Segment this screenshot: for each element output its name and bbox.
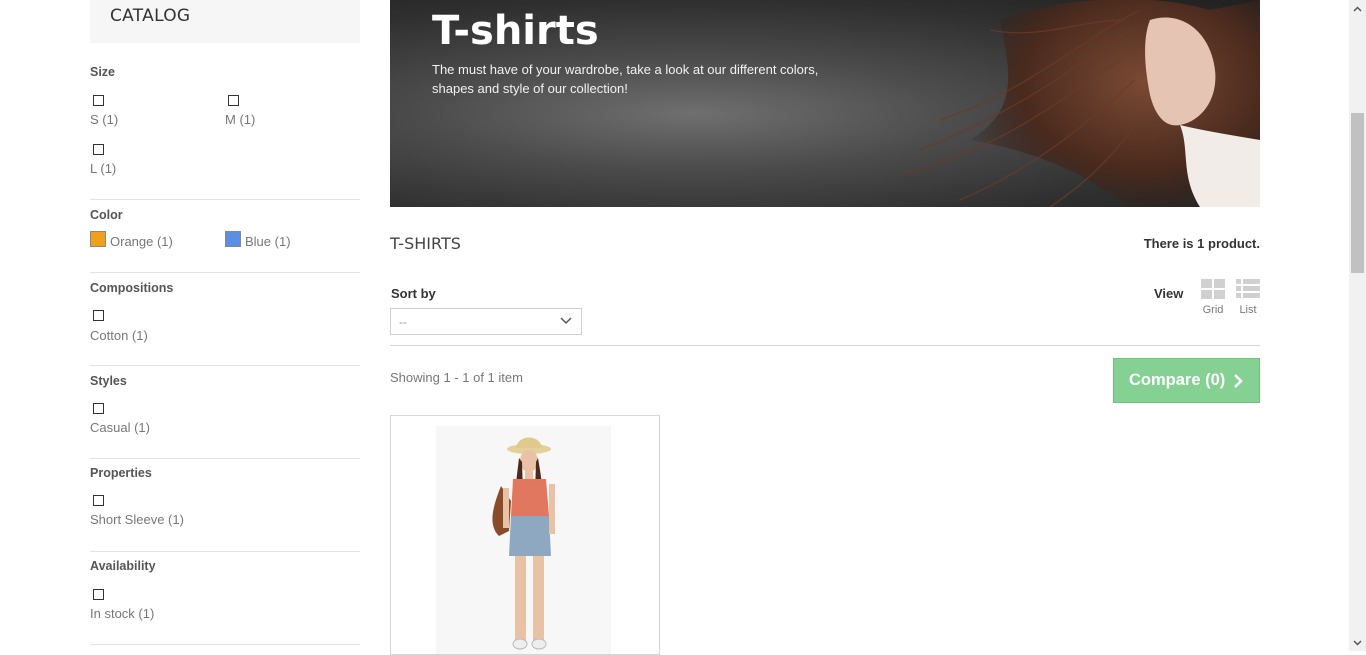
showing-count-text: Showing 1 - 1 of 1 item <box>390 370 523 385</box>
size-l-checkbox[interactable] <box>93 144 104 155</box>
style-casual-checkbox[interactable] <box>93 403 104 414</box>
grid-view-icon <box>1201 279 1225 299</box>
composition-cotton-label[interactable]: Cotton (1) <box>90 328 148 343</box>
scroll-down-arrow-icon[interactable] <box>1353 638 1362 647</box>
toolbar-divider <box>390 345 1260 346</box>
property-short-sleeve-label[interactable]: Short Sleeve (1) <box>90 512 184 527</box>
view-list-button[interactable]: List <box>1235 279 1261 316</box>
size-m-label[interactable]: M (1) <box>225 112 255 127</box>
facet-compositions: Compositions Cotton (1) <box>90 273 360 366</box>
view-list-label: List <box>1239 304 1257 316</box>
category-heading: T-SHIRTS <box>390 234 461 253</box>
sort-select[interactable]: -- <box>390 308 582 335</box>
color-blue-swatch[interactable] <box>225 231 241 247</box>
category-banner: T-shirts The must have of your wardrobe,… <box>390 0 1260 207</box>
product-count-prefix: There is <box>1143 236 1198 251</box>
availability-in-stock-checkbox[interactable] <box>93 589 104 600</box>
facet-size-title: Size <box>90 65 116 79</box>
scroll-up-arrow-icon[interactable] <box>1353 5 1362 14</box>
view-label: View <box>1154 286 1184 301</box>
product-image[interactable] <box>391 416 660 655</box>
color-blue-label[interactable]: Blue (1) <box>245 234 291 249</box>
style-casual-label[interactable]: Casual (1) <box>90 420 150 435</box>
composition-cotton-checkbox[interactable] <box>93 310 104 321</box>
facet-properties: Properties Short Sleeve (1) <box>90 459 360 552</box>
product-count-text: There is 1 product. <box>1144 236 1260 251</box>
facet-color: Color Orange (1) Blue (1) <box>90 200 360 273</box>
view-grid-button[interactable]: Grid <box>1200 279 1226 316</box>
catalog-title: CATALOG <box>90 0 360 43</box>
color-orange-label[interactable]: Orange (1) <box>110 234 173 249</box>
size-s-label[interactable]: S (1) <box>90 112 118 127</box>
product-count-suffix: product. <box>1204 236 1260 251</box>
facet-availability: Availability In stock (1) <box>90 552 360 645</box>
product-card[interactable] <box>390 415 660 655</box>
sort-select-value: -- <box>399 315 407 329</box>
scrollbar-thumb[interactable] <box>1351 113 1364 273</box>
size-l-label[interactable]: L (1) <box>90 161 116 176</box>
facet-availability-title: Availability <box>90 559 156 573</box>
banner-description: The must have of your wardrobe, take a l… <box>432 62 819 96</box>
chevron-down-icon <box>560 317 572 325</box>
facet-color-title: Color <box>90 208 123 222</box>
availability-in-stock-label[interactable]: In stock (1) <box>90 606 154 621</box>
sort-by-label: Sort by <box>391 286 436 301</box>
facet-size: Size S (1) M (1) L (1) <box>90 43 360 200</box>
page-scrollbar[interactable] <box>1349 0 1366 651</box>
chevron-right-icon <box>1234 373 1244 388</box>
facet-styles-title: Styles <box>90 374 127 388</box>
list-view-icon <box>1236 279 1260 298</box>
facet-compositions-title: Compositions <box>90 281 174 295</box>
banner-title: T-shirts <box>432 8 599 54</box>
size-s-checkbox[interactable] <box>93 95 104 106</box>
color-orange-swatch[interactable] <box>90 231 106 247</box>
view-grid-label: Grid <box>1202 304 1224 316</box>
facet-properties-title: Properties <box>90 466 152 480</box>
compare-button[interactable]: Compare (0) <box>1113 358 1260 403</box>
facet-styles: Styles Casual (1) <box>90 366 360 459</box>
catalog-sidebar: CATALOG Size S (1) M (1) L (1) Color Ora… <box>90 0 360 645</box>
property-short-sleeve-checkbox[interactable] <box>93 495 104 506</box>
size-m-checkbox[interactable] <box>228 95 239 106</box>
compare-button-label: Compare (0) <box>1129 371 1226 389</box>
banner-model-image <box>899 0 1260 207</box>
